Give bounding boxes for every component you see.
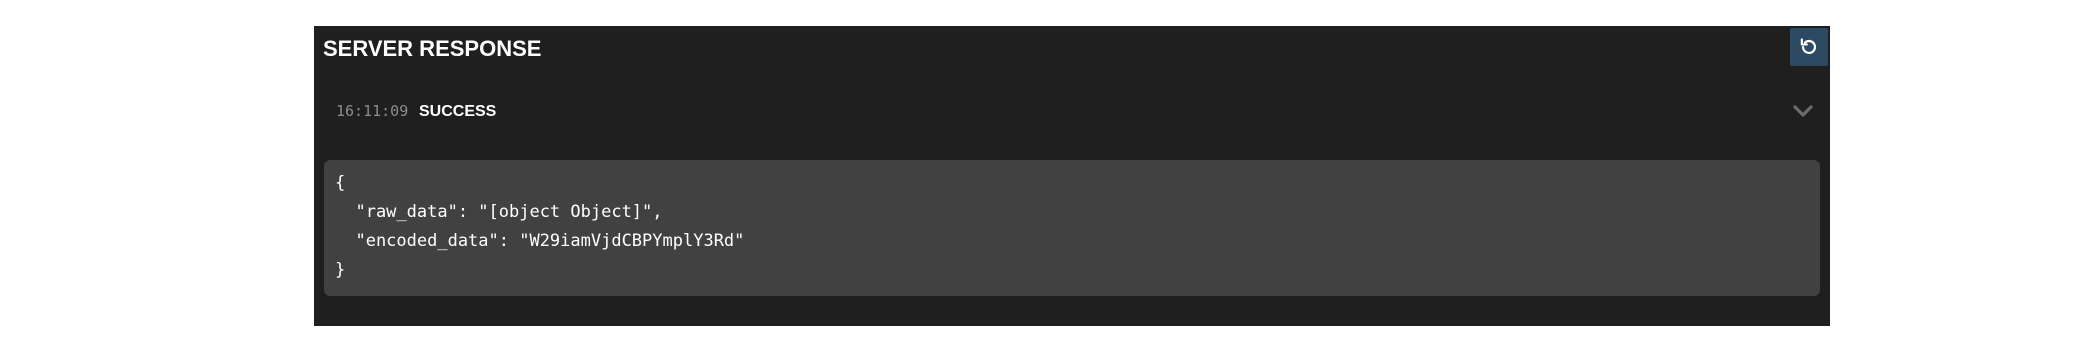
code-line: { [335,173,346,193]
response-body: { "raw_data": "[object Object]", "encode… [324,160,1820,296]
collapse-toggle[interactable] [1790,98,1816,124]
refresh-button[interactable] [1790,28,1828,66]
chevron-down-icon [1793,105,1813,117]
refresh-icon [1800,38,1817,54]
response-timestamp: 16:11:09 [336,102,409,120]
code-line: } [335,260,346,280]
code-line: "encoded_data": "W29iamVjdCBPYmplY3Rd" [335,231,745,251]
server-response-panel: SERVER RESPONSE 16:11:09 SUCCESS { "raw_… [314,26,1830,326]
response-status-row: 16:11:09 SUCCESS [336,96,496,126]
status-label: SUCCESS [418,103,497,120]
code-line: "raw_data": "[object Object]", [335,202,663,222]
panel-title: SERVER RESPONSE [323,36,542,61]
